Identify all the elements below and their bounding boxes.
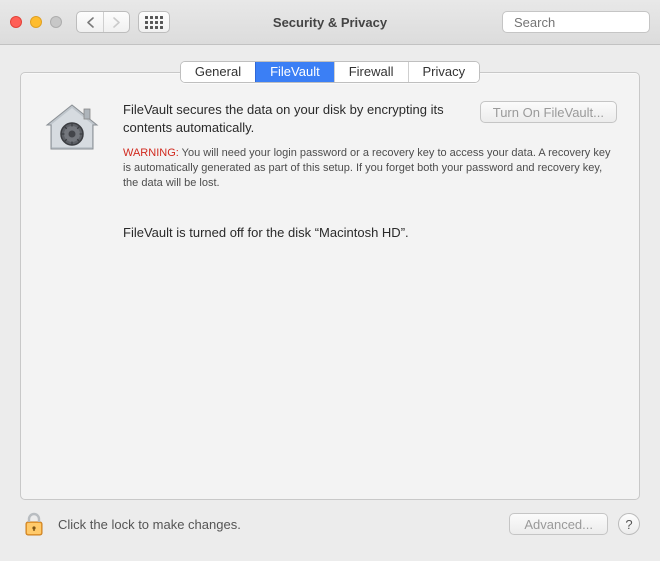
help-button[interactable]: ? bbox=[618, 513, 640, 535]
lock-button[interactable] bbox=[20, 510, 48, 538]
maximize-window-button[interactable] bbox=[50, 16, 62, 28]
chevron-left-icon bbox=[86, 17, 95, 28]
warning-label: WARNING: bbox=[123, 147, 179, 159]
main-panel: FileVault secures the data on your disk … bbox=[20, 72, 640, 500]
grid-icon bbox=[145, 16, 163, 29]
search-input[interactable] bbox=[514, 15, 660, 30]
titlebar: Security & Privacy bbox=[0, 0, 660, 45]
turn-on-filevault-button[interactable]: Turn On FileVault... bbox=[480, 101, 617, 123]
lock-hint-text: Click the lock to make changes. bbox=[58, 517, 241, 532]
tab-general[interactable]: General bbox=[181, 62, 255, 82]
filevault-description: FileVault secures the data on your disk … bbox=[123, 101, 472, 136]
forward-button[interactable] bbox=[103, 12, 129, 32]
filevault-status: FileVault is turned off for the disk “Ma… bbox=[123, 225, 617, 240]
footer: Click the lock to make changes. Advanced… bbox=[0, 500, 660, 548]
advanced-button[interactable]: Advanced... bbox=[509, 513, 608, 535]
back-button[interactable] bbox=[77, 12, 103, 32]
tab-firewall[interactable]: Firewall bbox=[334, 62, 408, 82]
tab-privacy[interactable]: Privacy bbox=[408, 62, 480, 82]
filevault-warning: WARNING: You will need your login passwo… bbox=[123, 146, 617, 191]
warning-text: You will need your login password or a r… bbox=[123, 147, 610, 189]
search-field[interactable] bbox=[502, 11, 650, 33]
lock-icon bbox=[21, 511, 47, 537]
traffic-lights bbox=[10, 16, 62, 28]
filevault-icon bbox=[43, 101, 101, 159]
close-window-button[interactable] bbox=[10, 16, 22, 28]
tab-filevault[interactable]: FileVault bbox=[255, 62, 334, 82]
show-all-button[interactable] bbox=[138, 11, 170, 33]
nav-back-forward bbox=[76, 11, 130, 33]
minimize-window-button[interactable] bbox=[30, 16, 42, 28]
chevron-right-icon bbox=[112, 17, 121, 28]
